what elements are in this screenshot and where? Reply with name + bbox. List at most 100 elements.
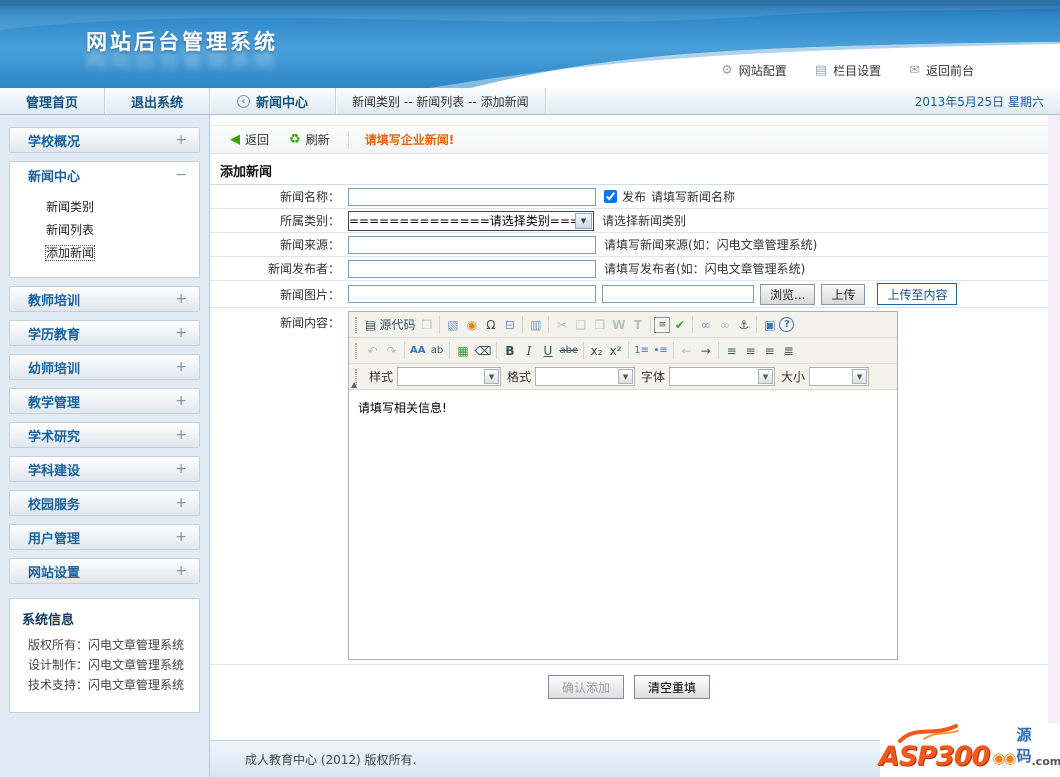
sidebar-subitem-add-news[interactable]: 添加新闻 <box>10 242 199 265</box>
redo-icon[interactable]: ↷ <box>382 341 401 360</box>
sidebar-item-academic-education[interactable]: 学历教育 + <box>9 320 200 346</box>
anchor-icon[interactable]: ⚓ <box>734 315 753 334</box>
flame-icon <box>898 724 959 743</box>
logo-eyes-icon: ◉◉ <box>992 749 1016 767</box>
cut-icon[interactable]: ✂ <box>552 315 571 334</box>
preview-icon[interactable]: ❐ <box>417 315 436 334</box>
app-header: 网站后台管理系统 ⚙ 网站配置 ▤ 栏目设置 ✉ 返回前台 <box>0 0 1060 88</box>
expand-plus-icon: + <box>175 291 187 307</box>
style-combo[interactable]: ▼ <box>397 367 502 386</box>
replace-icon[interactable]: ab <box>427 341 446 360</box>
size-combo[interactable]: ▼ <box>809 367 870 386</box>
superscript-icon[interactable]: x² <box>606 341 625 360</box>
unordered-list-icon[interactable]: •≡ <box>651 341 670 360</box>
justify-icon[interactable]: ≣ <box>779 341 798 360</box>
copy-icon[interactable]: ❑ <box>571 315 590 334</box>
align-left-icon[interactable]: ≡ <box>722 341 741 360</box>
print-icon[interactable]: ≡ <box>654 316 671 333</box>
link-icon[interactable]: ∞ <box>696 315 715 334</box>
nav-logout[interactable]: 退出系统 <box>105 88 210 114</box>
maximize-icon[interactable]: ▣ <box>760 315 779 334</box>
expand-plus-icon: + <box>175 563 187 579</box>
form-row-image: 新闻图片： 浏览... 上传 上传至内容 <box>210 281 1048 308</box>
editor-toolbar-row1: ▤ 源代码 ❐ ▧ ◉ Ω ⊟ ▥ ✂ ❑ ❒ W T ≡ ✔ ∞ ∞ ⚓ ▣ … <box>349 312 897 338</box>
sidebar-item-label: 学历教育 <box>28 327 81 343</box>
undo-icon[interactable]: ↶ <box>363 341 382 360</box>
sidebar-item-academic-research[interactable]: 学术研究 + <box>9 422 200 448</box>
select-all-icon[interactable]: ▦ <box>453 341 472 360</box>
help-icon[interactable]: ? <box>779 317 795 332</box>
back-to-front-link[interactable]: ✉ 返回前台 <box>909 62 974 79</box>
upload-button[interactable]: 上传 <box>821 283 866 305</box>
align-right-icon[interactable]: ≡ <box>760 341 779 360</box>
toolbar-collapse-icon[interactable]: ▲ <box>351 380 357 389</box>
sidebar-subitem-news-list[interactable]: 新闻列表 <box>10 219 199 242</box>
publisher-label: 新闻发布者： <box>267 262 340 276</box>
category-label: 所属类别： <box>279 214 340 228</box>
image-file-input[interactable] <box>602 285 754 303</box>
publish-checkbox[interactable] <box>604 190 617 203</box>
outdent-icon[interactable]: ← <box>677 341 696 360</box>
insert-media-icon[interactable]: ◉ <box>462 315 481 334</box>
align-center-icon[interactable]: ≡ <box>741 341 760 360</box>
toolbar-separator <box>650 316 652 333</box>
sidebar-item-teaching-management[interactable]: 教学管理 + <box>9 388 200 414</box>
nav-admin-home[interactable]: 管理首页 <box>0 88 105 114</box>
paste-text-icon[interactable]: T <box>628 315 647 334</box>
sidebar-item-teacher-training[interactable]: 教师培训 + <box>9 286 200 312</box>
sidebar-item-discipline-construction[interactable]: 学科建设 + <box>9 456 200 482</box>
editor-content-area[interactable]: 请填写相关信息! <box>349 392 897 659</box>
editor-toolbar-row2: ↶ ↷ AA ab ▦ ⌫ B I U abe x₂ x² 1≡ •≡ ← → … <box>349 338 897 364</box>
toolbar-separator <box>756 316 758 333</box>
expand-plus-icon: + <box>175 529 187 545</box>
template-icon[interactable]: ▥ <box>526 315 545 334</box>
sidebar-item-campus-services[interactable]: 校园服务 + <box>9 490 200 516</box>
find-icon[interactable]: AA <box>408 341 427 360</box>
news-name-input[interactable] <box>348 187 596 206</box>
bold-icon[interactable]: B <box>500 341 519 360</box>
confirm-add-button[interactable]: 确认添加 <box>548 675 624 699</box>
sidebar-item-user-management[interactable]: 用户管理 + <box>9 524 200 550</box>
category-select[interactable]: ==============请选择类别============= ▼ <box>348 210 594 231</box>
system-info-title: 系统信息 <box>22 613 75 628</box>
site-config-link[interactable]: ⚙ 网站配置 <box>721 62 787 79</box>
sidebar-item-school-overview[interactable]: 学校概况 + <box>9 127 200 153</box>
content-label: 新闻内容： <box>279 316 340 330</box>
news-source-input[interactable] <box>348 235 596 254</box>
rich-text-editor: ▤ 源代码 ❐ ▧ ◉ Ω ⊟ ▥ ✂ ❑ ❒ W T ≡ ✔ ∞ ∞ ⚓ ▣ … <box>348 311 898 660</box>
unlink-icon[interactable]: ∞ <box>715 315 734 334</box>
news-publisher-input[interactable] <box>348 259 596 278</box>
font-combo[interactable]: ▼ <box>669 367 776 386</box>
underline-icon[interactable]: U <box>538 341 557 360</box>
paste-icon[interactable]: ❒ <box>590 315 609 334</box>
page-break-icon[interactable]: ⊟ <box>500 315 519 334</box>
source-label: 新闻来源： <box>279 238 340 252</box>
column-settings-link[interactable]: ▤ 栏目设置 <box>815 62 881 79</box>
sidebar-item-preschool-training[interactable]: 幼师培训 + <box>9 354 200 380</box>
italic-icon[interactable]: I <box>519 341 538 360</box>
special-char-icon[interactable]: Ω <box>481 315 500 334</box>
upload-to-content-button[interactable]: 上传至内容 <box>877 283 958 305</box>
breadcrumb: 新闻类别 -- 新闻列表 -- 添加新闻 <box>336 88 546 114</box>
back-button[interactable]: ◀ 返回 <box>230 131 269 148</box>
subscript-icon[interactable]: x₂ <box>587 341 606 360</box>
reset-button[interactable]: 清空重填 <box>634 675 710 699</box>
paste-word-icon[interactable]: W <box>609 315 628 334</box>
source-code-icon[interactable]: ▤ 源代码 <box>363 315 417 334</box>
spell-check-icon[interactable]: ✔ <box>670 315 689 334</box>
indent-icon[interactable]: → <box>696 341 715 360</box>
sidebar-item-news-center[interactable]: 新闻中心 − <box>10 162 199 188</box>
refresh-button[interactable]: ♻ 刷新 <box>289 131 330 148</box>
browse-button[interactable]: 浏览... <box>760 283 816 305</box>
format-combo[interactable]: ▼ <box>535 367 636 386</box>
toolbar-separator <box>692 316 694 333</box>
nav-current-section[interactable]: ‹ 新闻中心 <box>210 88 336 114</box>
sidebar-item-site-settings[interactable]: 网站设置 + <box>9 558 200 584</box>
insert-image-icon[interactable]: ▧ <box>443 315 462 334</box>
remove-format-icon[interactable]: ⌫ <box>472 341 493 360</box>
editor-toolbar-row3: 样式 ▼ 格式 ▼ 字体 ▼ 大小 ▼ <box>349 364 897 390</box>
sidebar-subitem-news-category[interactable]: 新闻类别 <box>10 196 199 219</box>
ordered-list-icon[interactable]: 1≡ <box>632 341 651 360</box>
news-image-input[interactable] <box>348 285 596 303</box>
strikethrough-icon[interactable]: abe <box>557 341 580 360</box>
